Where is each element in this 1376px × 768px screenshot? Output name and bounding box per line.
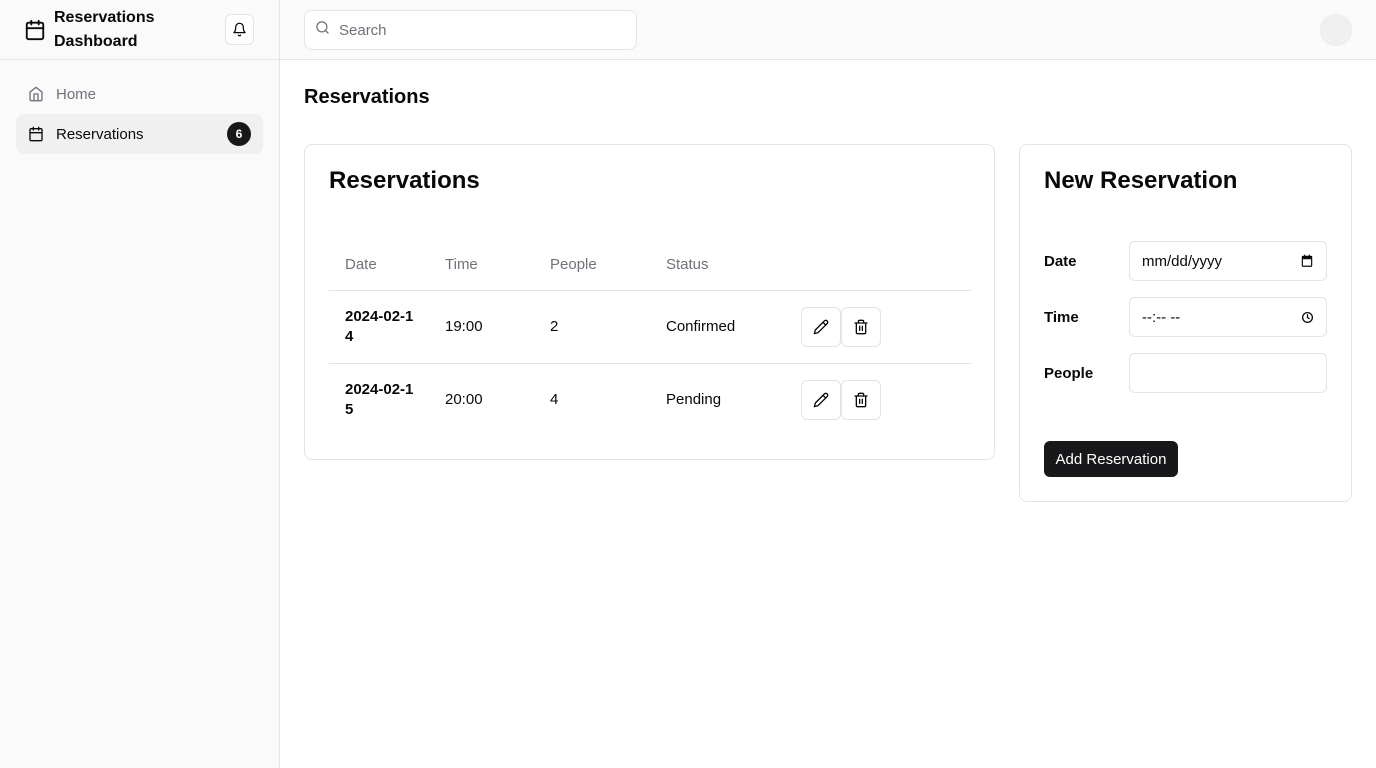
calendar-icon [24,19,46,41]
avatar[interactable] [1320,14,1352,46]
sidebar-item-reservations[interactable]: Reservations 6 [16,114,263,154]
search-box[interactable] [304,10,637,50]
date-label: Date [1044,252,1077,270]
date-input-value: mm/dd/yyyy [1142,252,1223,270]
people-label: People [1044,364,1094,382]
table-row: 2024-02-15 20:00 4 Pending [329,363,971,436]
top-bar [280,0,1376,60]
cell-time: 20:00 [445,391,483,409]
notifications-button[interactable] [225,14,254,45]
sidebar: Reservations Dashboard Home Reservations… [0,0,280,768]
edit-button[interactable] [801,306,841,347]
new-reservation-card: New Reservation Date mm/dd/yyyy Time --:… [1019,144,1352,502]
add-reservation-button[interactable]: Add Reservation [1044,441,1178,477]
app-title: Reservations Dashboard [54,8,155,50]
search-input[interactable] [339,21,619,39]
bell-icon [232,22,247,37]
column-header-time: Time [429,226,534,291]
edit-button[interactable] [801,379,841,420]
cell-people: 4 [550,391,559,409]
people-row: People [1044,353,1328,393]
cell-actions [801,290,971,364]
column-header-date: Date [329,226,429,291]
sidebar-nav: Home Reservations 6 [0,60,279,168]
count-badge: 6 [227,122,251,146]
cell-actions [801,363,971,436]
brand-header: Reservations Dashboard [0,0,279,60]
sidebar-item-home[interactable]: Home [16,74,263,114]
clock-icon[interactable] [1301,311,1314,324]
card-title: New Reservation [1044,167,1238,194]
trash-icon [853,319,869,335]
cell-status: Pending [666,391,722,409]
cell-people: 2 [534,290,650,364]
cell-date: 2024-02-14 [329,290,429,364]
column-header-status: Status [650,226,801,291]
delete-button[interactable] [841,379,881,420]
table-header-row: Date Time People Status [329,226,971,291]
cell-status: Confirmed [650,290,801,364]
card-title: Reservations [329,167,480,194]
sidebar-item-label: Reservations [56,125,144,143]
time-label: Time [1044,308,1079,326]
time-input[interactable]: --:-- -- [1129,297,1327,337]
column-header-people: People [534,226,650,291]
people-input[interactable] [1129,353,1327,393]
sidebar-item-label: Home [56,85,97,103]
reservations-table: Date Time People Status 2024-02-14 19:00… [329,226,971,436]
cell-time: 19:00 [429,290,534,364]
trash-icon [853,392,869,408]
column-header-actions [801,226,971,291]
reservations-card: Reservations Date Time People Status 202… [304,144,995,460]
delete-button[interactable] [841,306,881,347]
time-input-value: --:-- -- [1142,308,1181,326]
table-row: 2024-02-14 19:00 2 Confirmed [329,290,971,364]
search-icon [315,20,331,36]
date-row: Date mm/dd/yyyy [1044,241,1328,281]
cell-date: 2024-02-15 [345,380,414,418]
pencil-icon [813,392,829,408]
time-row: Time --:-- -- [1044,297,1328,337]
home-icon [28,86,44,102]
date-input[interactable]: mm/dd/yyyy [1129,241,1327,281]
pencil-icon [813,319,829,335]
calendar-icon [28,126,44,142]
calendar-icon[interactable] [1300,254,1314,268]
page-title: Reservations [304,86,430,108]
